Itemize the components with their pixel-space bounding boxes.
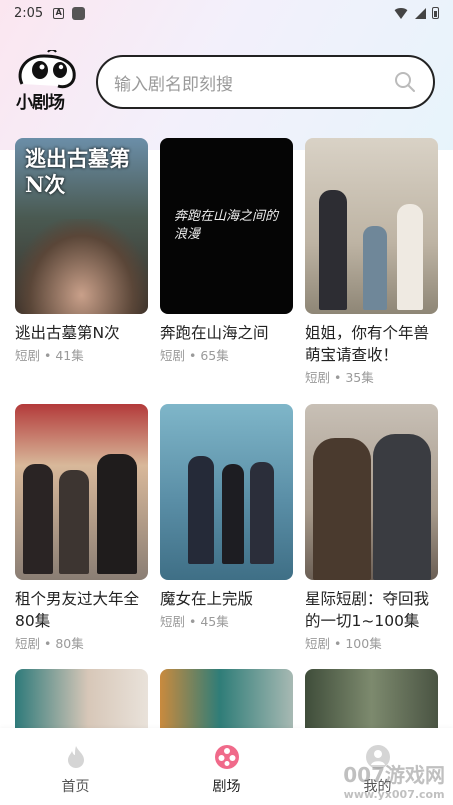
meta-separator: • <box>330 370 346 385</box>
notification-app-icon <box>72 6 86 20</box>
drama-type: 短剧 <box>305 636 331 651</box>
drama-type: 短剧 <box>15 636 41 651</box>
nav-label: 首页 <box>61 779 90 795</box>
search-input[interactable]: 输入剧名即刻搜 <box>114 70 393 95</box>
wifi-icon <box>393 7 409 19</box>
meta-separator: • <box>330 636 346 651</box>
meta-separator: • <box>40 348 56 363</box>
drama-title: 星际短剧：夺回我的一切1~100集 <box>305 590 430 630</box>
drama-meta: 短剧 • 65集 <box>160 345 293 364</box>
drama-poster[interactable] <box>160 404 293 580</box>
drama-poster[interactable] <box>15 669 148 729</box>
drama-type: 短剧 <box>160 614 186 629</box>
nav-home[interactable]: 首页 <box>0 728 151 805</box>
status-time: 2:05 <box>14 5 44 21</box>
drama-episodes: 35集 <box>345 370 374 385</box>
meta-separator: • <box>40 636 56 651</box>
signal-icon <box>415 7 426 19</box>
drama-episodes: 45集 <box>200 614 229 629</box>
drama-card[interactable]: 租个男友过大年全80集 短剧 • 80集 <box>15 404 148 652</box>
drama-title: 魔女在上完版 <box>160 590 254 608</box>
drama-card[interactable] <box>15 669 148 729</box>
status-bar: 2:05 A <box>0 0 453 26</box>
drama-card[interactable]: 奔跑在山海之间的浪漫 奔跑在山海之间 短剧 • 65集 <box>160 138 293 364</box>
drama-poster[interactable] <box>305 138 438 314</box>
drama-title: 租个男友过大年全80集 <box>15 590 140 630</box>
drama-title: 姐姐，你有个年兽萌宝请查收！ <box>305 324 430 364</box>
drama-card[interactable]: 逃出古墓第N次 逃出古墓第N次 短剧 • 41集 <box>15 138 148 364</box>
meta-separator: • <box>185 348 201 363</box>
drama-card[interactable]: 魔女在上完版 短剧 • 45集 <box>160 404 293 630</box>
drama-card[interactable] <box>160 669 293 729</box>
drama-meta: 短剧 • 100集 <box>305 633 438 652</box>
drama-meta: 短剧 • 35集 <box>305 367 438 386</box>
notification-a-icon: A <box>53 7 65 19</box>
meta-separator: • <box>185 614 201 629</box>
drama-poster[interactable] <box>15 404 148 580</box>
drama-title: 奔跑在山海之间 <box>160 324 269 342</box>
drama-poster[interactable] <box>305 404 438 580</box>
drama-title: 逃出古墓第N次 <box>15 324 120 342</box>
film-reel-icon <box>214 745 239 769</box>
drama-type: 短剧 <box>160 348 186 363</box>
drama-card[interactable] <box>305 669 438 729</box>
battery-icon <box>432 7 439 19</box>
logo-text: 小剧场 <box>16 93 65 113</box>
drama-poster[interactable]: 逃出古墓第N次 <box>15 138 148 314</box>
drama-meta: 短剧 • 45集 <box>160 611 293 630</box>
drama-card[interactable]: 姐姐，你有个年兽萌宝请查收！ 短剧 • 35集 <box>305 138 438 386</box>
drama-episodes: 41集 <box>55 348 84 363</box>
poster-title-text: 逃出古墓第N次 <box>25 146 130 197</box>
drama-type: 短剧 <box>305 370 331 385</box>
drama-meta: 短剧 • 80集 <box>15 633 148 652</box>
poster-title-text: 奔跑在山海之间的浪漫 <box>174 209 279 242</box>
search-icon[interactable] <box>393 70 417 94</box>
drama-card[interactable]: 星际短剧：夺回我的一切1~100集 短剧 • 100集 <box>305 404 438 652</box>
drama-poster[interactable] <box>305 669 438 729</box>
watermark-sub: www.yx007.com <box>343 788 445 801</box>
app-logo: 小剧场 <box>14 50 84 113</box>
logo-mascot-icon <box>18 50 76 89</box>
drama-poster[interactable] <box>160 669 293 729</box>
watermark-main: 007游戏网 <box>343 763 445 787</box>
drama-episodes: 100集 <box>345 636 382 651</box>
drama-episodes: 80集 <box>55 636 84 651</box>
flame-icon <box>67 746 84 768</box>
drama-type: 短剧 <box>15 348 41 363</box>
watermark: 007游戏网 www.yx007.com <box>343 759 445 801</box>
nav-label: 剧场 <box>212 779 241 795</box>
nav-theater[interactable]: 剧场 <box>151 728 302 805</box>
drama-meta: 短剧 • 41集 <box>15 345 148 364</box>
drama-episodes: 65集 <box>200 348 229 363</box>
search-bar[interactable]: 输入剧名即刻搜 <box>96 55 435 109</box>
drama-poster[interactable]: 奔跑在山海之间的浪漫 <box>160 138 293 314</box>
